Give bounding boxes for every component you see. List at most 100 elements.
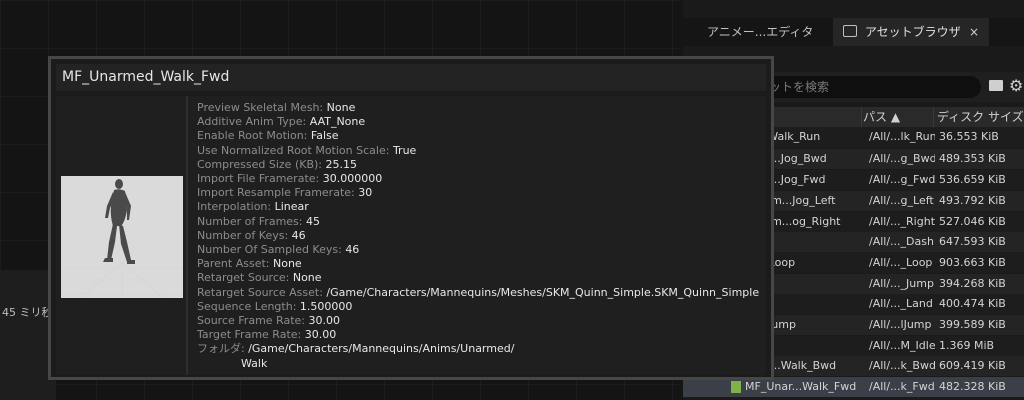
- asset-size: 903.663 KiB: [939, 256, 1006, 269]
- column-divider[interactable]: [861, 107, 862, 127]
- asset-path: /All/..._Jump: [869, 277, 934, 290]
- tab-asset-browser[interactable]: アセットブラウザ ×: [833, 18, 989, 46]
- asset-size: 400.474 KiB: [939, 297, 1006, 310]
- detail-line: Enable Root Motion: False: [197, 129, 763, 143]
- detail-line: Preview Skeletal Mesh: None: [197, 101, 763, 115]
- detail-key: Parent Asset:: [197, 257, 273, 271]
- detail-key: Source Frame Rate:: [197, 314, 309, 328]
- detail-value: True: [392, 143, 417, 157]
- close-icon[interactable]: ×: [969, 18, 979, 46]
- mannequin-figure-icon: [61, 179, 183, 299]
- detail-line: Source Frame Rate: 30.00: [197, 314, 763, 328]
- detail-line: Use Normalized Root Motion Scale: True: [197, 144, 763, 158]
- asset-path: /All/...k_Fwd: [869, 380, 935, 393]
- asset-path: /All/...lk_Run: [869, 130, 935, 143]
- detail-value: 30.000000: [322, 172, 383, 186]
- asset-path: /All/..._Land: [869, 297, 933, 310]
- detail-value: 30: [358, 186, 373, 200]
- detail-key: Compressed Size (KB):: [197, 157, 326, 171]
- detail-line: Compressed Size (KB): 25.15: [197, 158, 763, 172]
- tooltip-title: MF_Unarmed_Walk_Fwd: [56, 64, 766, 91]
- detail-key: Number Of Sampled Keys:: [197, 243, 346, 257]
- asset-size: 36.553 KiB: [939, 130, 999, 143]
- tab-label: アセットブラウザ: [864, 25, 961, 39]
- tab-label: アニメー...エディタ: [707, 25, 814, 39]
- detail-line: Number of Keys: 46: [197, 229, 763, 243]
- tab-anim-editor[interactable]: アニメー...エディタ: [697, 18, 823, 46]
- detail-line: Additive Anim Type: AAT_None: [197, 115, 763, 129]
- asset-size: 489.353 KiB: [939, 152, 1006, 165]
- detail-value: 25.15: [325, 157, 358, 171]
- animation-thumbnail: [61, 176, 183, 299]
- search-input[interactable]: ットを検索: [743, 76, 981, 98]
- detail-key: Interpolation:: [197, 200, 275, 214]
- detail-key: Retarget Source Asset:: [197, 285, 327, 299]
- detail-line: Interpolation: Linear: [197, 200, 763, 214]
- asset-path: /All/...g_Fwd: [869, 173, 935, 186]
- detail-key: Preview Skeletal Mesh:: [197, 101, 327, 114]
- detail-value: 46: [345, 243, 360, 257]
- asset-size: 493.792 KiB: [939, 194, 1006, 207]
- detail-line: Import File Framerate: 30.000000: [197, 172, 763, 186]
- tab-bar: アニメー...エディタ アセットブラウザ ×: [683, 18, 1024, 46]
- asset-size: 394.268 KiB: [939, 277, 1006, 290]
- detail-line: Number of Frames: 45: [197, 215, 763, 229]
- asset-path: /All/..._Right: [869, 215, 935, 228]
- detail-value: 30.00: [308, 314, 340, 328]
- column-header-path[interactable]: パス ▲: [863, 107, 900, 127]
- detail-value: AAT_None: [309, 115, 366, 129]
- detail-value: 1.500000: [299, 299, 353, 313]
- detail-key: フォルダ:: [197, 342, 249, 356]
- asset-path: /All/...M_Idle: [869, 339, 935, 352]
- detail-value: Walk: [241, 356, 268, 370]
- asset-path: /All/..._Loop: [869, 256, 933, 269]
- detail-line: Sequence Length: 1.500000: [197, 300, 763, 314]
- detail-value: 45: [306, 214, 320, 228]
- anim-sequence-icon: [731, 381, 741, 393]
- column-header-disk-size[interactable]: ディスク サイズ: [937, 107, 1024, 127]
- detail-key: Number of Frames:: [197, 214, 306, 228]
- detail-value: /Game/Characters/Mannequins/Meshes/SKM_Q…: [326, 285, 760, 299]
- detail-key: Target Frame Rate:: [197, 328, 305, 342]
- detail-key: Sequence Length:: [197, 299, 300, 313]
- asset-browser-icon: [843, 25, 857, 37]
- detail-key: Use Normalized Root Motion Scale:: [197, 143, 393, 157]
- detail-value: None: [272, 257, 302, 271]
- asset-size: 399.589 KiB: [939, 318, 1006, 331]
- asset-path: /All/...k_Bwd: [869, 359, 935, 372]
- detail-line: Retarget Source Asset: /Game/Characters/…: [197, 286, 763, 300]
- detail-line: Number Of Sampled Keys: 46: [197, 243, 763, 257]
- column-divider[interactable]: [933, 107, 934, 127]
- detail-line: Retarget Source: None: [197, 271, 763, 285]
- gear-icon[interactable]: ⚙: [1009, 76, 1023, 95]
- asset-details: Preview Skeletal Mesh: None Additive Anim…: [197, 101, 763, 371]
- detail-line: Import Resample Framerate: 30: [197, 186, 763, 200]
- detail-value: 30.00: [304, 328, 337, 342]
- tooltip-body: Preview Skeletal Mesh: None Additive Anim…: [56, 96, 766, 375]
- asset-size: 609.419 KiB: [939, 359, 1006, 372]
- detail-key: Retarget Source:: [197, 271, 293, 285]
- detail-line: Parent Asset: None: [197, 257, 763, 271]
- detail-key: Additive Anim Type:: [197, 115, 310, 129]
- detail-folder-continuation: Walk: [197, 357, 763, 371]
- asset-size: 1.369 MiB: [939, 339, 995, 352]
- detail-value: False: [310, 129, 339, 143]
- detail-value: None: [326, 101, 356, 114]
- asset-size: 647.593 KiB: [939, 235, 1006, 248]
- asset-name: MF_Unar...Walk_Fwd: [745, 380, 857, 393]
- detail-line: フォルダ: /Game/Characters/Mannequins/Anims/…: [197, 342, 763, 356]
- asset-size: 536.659 KiB: [939, 173, 1006, 186]
- asset-tooltip: MF_Unarmed_Walk_Fwd Preview Skeletal Mes…: [48, 56, 774, 380]
- asset-path: /All/...g_Left: [869, 194, 934, 207]
- detail-value: Linear: [274, 200, 309, 214]
- thumbnail-panel: [56, 96, 188, 375]
- folder-icon[interactable]: [989, 80, 1003, 91]
- asset-size: 482.328 KiB: [939, 380, 1006, 393]
- detail-key: Enable Root Motion:: [197, 129, 311, 143]
- detail-key: Import Resample Framerate:: [197, 186, 359, 200]
- asset-path: /All/..._Dash: [869, 235, 934, 248]
- table-row-selected[interactable]: MF_Unar...Walk_Fwd /All/...k_Fwd 482.328…: [683, 377, 1024, 397]
- asset-size: 527.046 KiB: [939, 215, 1006, 228]
- asset-path: /All/...lJump: [869, 318, 932, 331]
- asset-path: /All/...g_Bwd: [869, 152, 935, 165]
